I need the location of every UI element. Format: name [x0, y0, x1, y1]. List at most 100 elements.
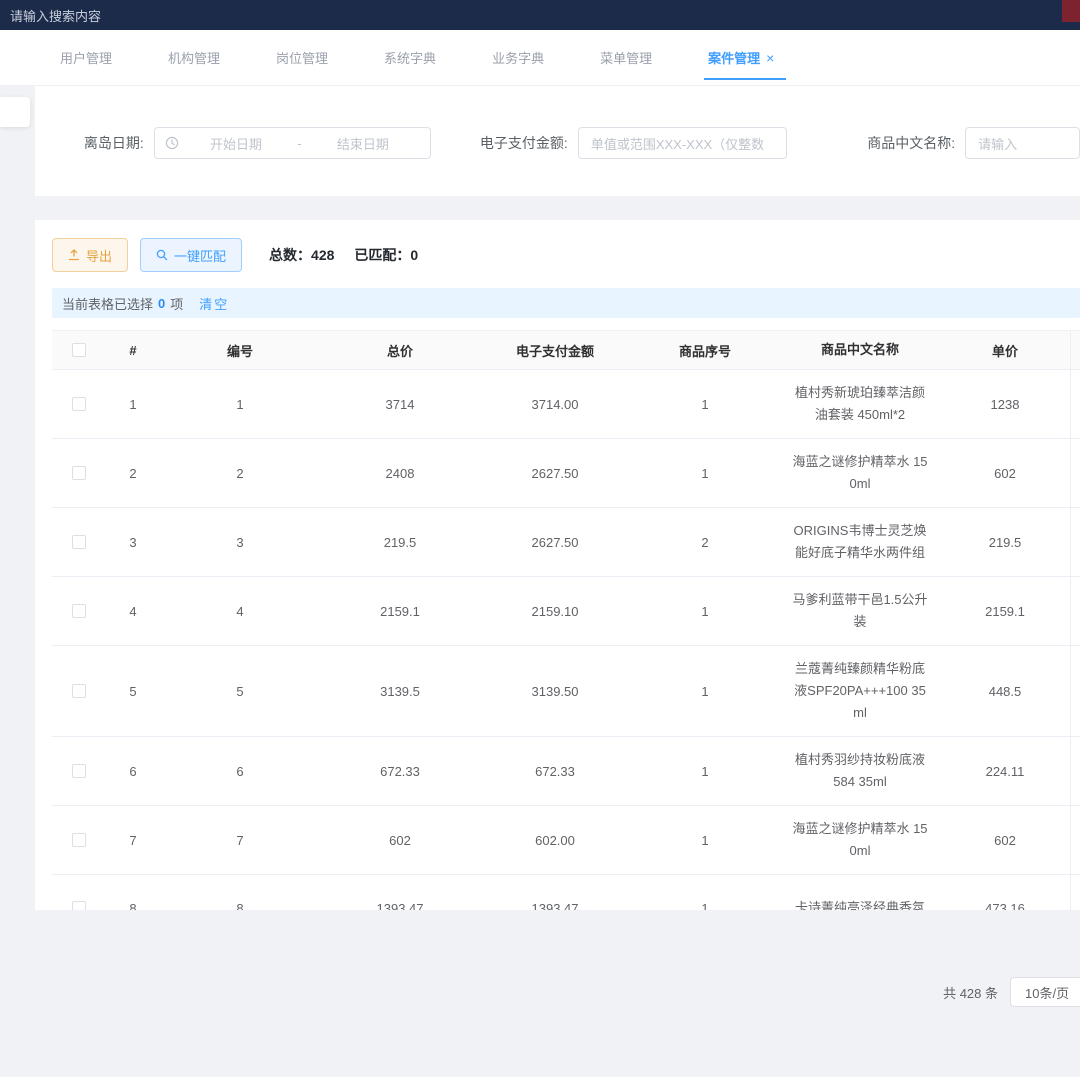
date-range-picker[interactable]: 开始日期 - 结束日期: [154, 127, 431, 159]
cell-unit: 219.5: [940, 508, 1070, 576]
corner-badge: [1062, 0, 1080, 22]
tab-3[interactable]: 岗位管理: [276, 30, 328, 85]
cell-unit: 602: [940, 806, 1070, 874]
cell-name: 卡诗菁纯亮泽经典香氛: [780, 875, 940, 910]
row-checkbox[interactable]: [72, 466, 86, 480]
cell-unit: 1238: [940, 370, 1070, 438]
cell-total: 2159.1: [320, 577, 480, 645]
cell-number: 7: [160, 806, 320, 874]
row-checkbox[interactable]: [72, 604, 86, 618]
total-count-value: 428: [311, 247, 334, 263]
drawer-toggle[interactable]: [0, 97, 30, 127]
cell-unit: 602: [940, 439, 1070, 507]
row-checkbox[interactable]: [72, 535, 86, 549]
column-header-serial: 商品序号: [630, 331, 780, 369]
selection-info-bar: 当前表格已选择 0 项 清空: [52, 288, 1080, 318]
date-separator: -: [293, 136, 305, 151]
clear-selection-link[interactable]: 清空: [199, 294, 229, 313]
row-filler-cell: [1070, 439, 1080, 507]
column-header-name: 商品中文名称: [780, 331, 940, 369]
cell-total: 219.5: [320, 508, 480, 576]
cell-name: 马爹利蓝带干邑1.5公升装: [780, 577, 940, 645]
table-panel: 导出 一键匹配 总数：428 已匹配：0 当前表格已选择 0 项: [35, 220, 1080, 910]
cell-index: 1: [106, 370, 160, 438]
row-filler-cell: [1070, 370, 1080, 438]
toolbar: 导出 一键匹配 总数：428 已匹配：0: [52, 238, 1080, 272]
cell-epay: 3714.00: [480, 370, 630, 438]
table-row: 881393.471393.471卡诗菁纯亮泽经典香氛473.16: [52, 875, 1080, 910]
tab-5[interactable]: 业务字典: [492, 30, 544, 85]
match-button[interactable]: 一键匹配: [140, 238, 242, 272]
tab-label: 菜单管理: [600, 48, 652, 67]
cell-serial: 1: [630, 875, 780, 910]
cell-serial: 1: [630, 737, 780, 805]
cell-serial: 1: [630, 370, 780, 438]
row-checkbox-cell: [52, 875, 106, 910]
pagination-total: 共 428 条: [943, 983, 998, 1002]
total-count: 总数：428: [269, 245, 334, 265]
row-checkbox-cell: [52, 806, 106, 874]
cell-index: 8: [106, 875, 160, 910]
cell-epay: 3139.50: [480, 646, 630, 736]
table-row: 77602602.001海蓝之谜修护精萃水 150ml602: [52, 806, 1080, 875]
header-filler-cell: [1070, 331, 1080, 369]
row-filler-cell: [1070, 577, 1080, 645]
tab-label: 岗位管理: [276, 48, 328, 67]
row-checkbox-cell: [52, 646, 106, 736]
table-body: 1137143714.001植村秀新琥珀臻萃洁颜油套装 450ml*212382…: [52, 370, 1080, 910]
cell-number: 6: [160, 737, 320, 805]
matched-count-label: 已匹配：: [354, 247, 410, 263]
tab-label: 用户管理: [60, 48, 112, 67]
tab-6[interactable]: 菜单管理: [600, 30, 652, 85]
cell-unit: 473.16: [940, 875, 1070, 910]
row-checkbox[interactable]: [72, 684, 86, 698]
cell-name: 兰蔻菁纯臻颜精华粉底液SPF20PA+++100 35ml: [780, 646, 940, 736]
export-button[interactable]: 导出: [52, 238, 128, 272]
page: 请输入搜索内容 用户管理机构管理岗位管理系统字典业务字典菜单管理案件管理× 离岛…: [0, 0, 1080, 1077]
clock-icon: [165, 136, 179, 150]
row-checkbox[interactable]: [72, 901, 86, 910]
cell-number: 8: [160, 875, 320, 910]
cell-number: 2: [160, 439, 320, 507]
count-summary: 总数：428 已匹配：0: [269, 245, 418, 265]
tab-4[interactable]: 系统字典: [384, 30, 436, 85]
cell-number: 4: [160, 577, 320, 645]
page-size-select[interactable]: 10条/页: [1010, 977, 1080, 1007]
column-header-number: 编号: [160, 331, 320, 369]
search-input[interactable]: 请输入搜索内容: [10, 6, 101, 25]
amount-input[interactable]: 单值或范围XXX-XXX（仅整数: [578, 127, 787, 159]
cell-epay: 672.33: [480, 737, 630, 805]
row-checkbox[interactable]: [72, 764, 86, 778]
tab-bar: 用户管理 机构管理 岗位管理 系统字典 业务字典 菜单管理 案件管理×: [0, 30, 1080, 86]
date-start-input[interactable]: 开始日期: [179, 134, 294, 153]
table-header: #编号总价电子支付金额商品序号商品中文名称单价: [52, 330, 1080, 370]
tab-close-icon[interactable]: ×: [766, 51, 774, 65]
cell-total: 3714: [320, 370, 480, 438]
cell-serial: 1: [630, 646, 780, 736]
tab-1[interactable]: 用户管理: [60, 30, 112, 85]
cell-total: 672.33: [320, 737, 480, 805]
cell-serial: 1: [630, 577, 780, 645]
cell-epay: 2627.50: [480, 439, 630, 507]
tab-label: 机构管理: [168, 48, 220, 67]
cell-index: 3: [106, 508, 160, 576]
select-all-checkbox[interactable]: [72, 343, 86, 357]
cell-number: 1: [160, 370, 320, 438]
tab-2[interactable]: 机构管理: [168, 30, 220, 85]
cell-number: 5: [160, 646, 320, 736]
export-icon: [68, 249, 80, 261]
row-checkbox[interactable]: [72, 397, 86, 411]
table-row: 442159.12159.101马爹利蓝带干邑1.5公升装2159.1: [52, 577, 1080, 646]
product-name-input[interactable]: 请输入: [965, 127, 1080, 159]
column-header-unit: 单价: [940, 331, 1070, 369]
row-checkbox-cell: [52, 577, 106, 645]
pagination: 共 428 条 10条/页: [0, 976, 1080, 1008]
cell-unit: 224.11: [940, 737, 1070, 805]
header-checkbox-cell: [52, 331, 106, 369]
tab-7[interactable]: 案件管理×: [708, 30, 774, 85]
row-checkbox[interactable]: [72, 833, 86, 847]
selection-count: 0: [158, 296, 165, 311]
date-end-input[interactable]: 结束日期: [306, 134, 421, 153]
cell-unit: 2159.1: [940, 577, 1070, 645]
cell-total: 2408: [320, 439, 480, 507]
